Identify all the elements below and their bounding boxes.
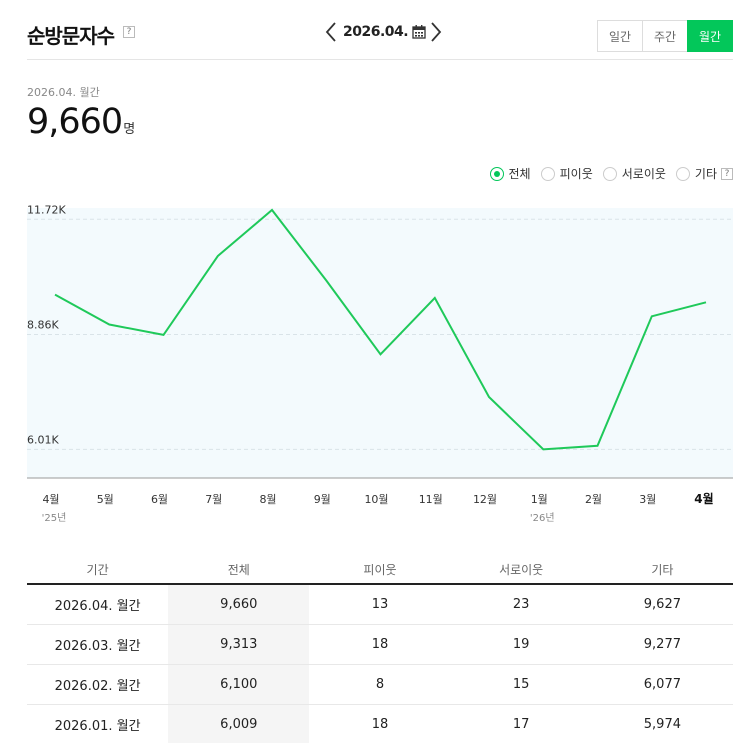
cell-neighbor: 18	[309, 704, 451, 743]
table-row: 2026.02. 월간 6,100 8 15 6,077	[27, 664, 733, 705]
month-navigator: 2026.04.	[323, 18, 444, 46]
cell-mutual: 15	[450, 664, 592, 705]
x-year-label: '26년	[530, 512, 555, 524]
table-row: 2026.04. 월간 9,660 13 23 9,627	[27, 584, 733, 625]
summary-block: 2026.04. 월간 9,660명	[27, 84, 135, 142]
cell-period: 2026.02. 월간	[27, 664, 169, 705]
page-title-text: 순방문자수	[27, 24, 115, 48]
chevron-left-icon	[325, 22, 336, 42]
tab-weekly[interactable]: 주간	[642, 20, 688, 52]
y-tick-label: 11.72K	[27, 203, 66, 216]
x-tick-label: 5월	[97, 493, 114, 506]
table-row: 2026.03. 월간 9,313 18 19 9,277	[27, 624, 733, 665]
cell-other: 5,974	[591, 704, 733, 743]
radio-icon[interactable]	[489, 166, 504, 181]
radio-icon[interactable]	[540, 166, 555, 181]
current-month-label: 2026.04.	[343, 24, 409, 40]
series-filter: 전체 피이웃 서로이웃 기타 ?	[480, 165, 733, 182]
summary-period-label: 2026.04. 월간	[27, 86, 100, 99]
filter-mutual-neighbor[interactable]: 서로이웃	[602, 165, 666, 182]
plot-background	[27, 208, 733, 478]
col-header-other: 기타	[591, 556, 733, 585]
cell-neighbor: 13	[309, 584, 451, 625]
cell-neighbor: 8	[309, 664, 451, 705]
page-title: 순방문자수 ?	[27, 20, 135, 49]
visitor-line-chart: 11.72K 8.86K 6.01K 4월 5월 6월 7월 8월 9월 10월 11월 12월 1월 2…	[27, 203, 733, 524]
period-tabs: 일간 주간 월간	[597, 20, 733, 52]
table-header-row: 기간 전체 피이웃 서로이웃 기타	[27, 556, 733, 585]
x-year-label: '25년	[42, 512, 67, 524]
filter-other[interactable]: 기타 ?	[675, 165, 733, 182]
stats-header: 순방문자수 ? 2026.04. 일간 주간 월간	[27, 0, 733, 60]
radio-icon[interactable]	[675, 166, 690, 181]
calendar-icon[interactable]	[412, 25, 426, 39]
filter-all-label: 전체	[508, 167, 531, 181]
x-tick-label: 12월	[473, 493, 497, 506]
filter-neighbor-label: 피이웃	[559, 167, 593, 181]
y-tick-label: 8.86K	[27, 319, 59, 332]
col-header-period: 기간	[27, 556, 169, 585]
x-tick-label: 3월	[639, 493, 656, 506]
cell-period: 2026.03. 월간	[27, 624, 169, 665]
prev-month-button[interactable]	[323, 20, 339, 44]
x-tick-label: 10월	[364, 493, 388, 506]
cell-period: 2026.04. 월간	[27, 584, 169, 625]
cell-other: 9,627	[591, 584, 733, 625]
cell-total: 6,100	[168, 664, 310, 705]
x-tick-label: 8월	[259, 493, 276, 506]
chevron-right-icon	[431, 22, 442, 42]
x-tick-label: 9월	[314, 493, 331, 506]
cell-total: 9,313	[168, 624, 310, 665]
tab-monthly[interactable]: 월간	[687, 20, 733, 52]
visitor-unit: 명	[123, 122, 136, 137]
filter-other-label: 기타	[694, 167, 717, 181]
visitor-count: 9,660	[27, 102, 123, 142]
table-row: 2026.01. 월간 6,009 18 17 5,974	[27, 704, 733, 743]
cell-mutual: 23	[450, 584, 592, 625]
col-header-mutual: 서로이웃	[450, 556, 592, 585]
radio-icon[interactable]	[602, 166, 617, 181]
x-tick-label: 2월	[585, 493, 602, 506]
x-tick-label: 4월	[694, 491, 713, 506]
cell-other: 6,077	[591, 664, 733, 705]
cell-total: 6,009	[168, 704, 310, 743]
tab-daily[interactable]: 일간	[597, 20, 643, 52]
cell-period: 2026.01. 월간	[27, 704, 169, 743]
cell-mutual: 19	[450, 624, 592, 665]
filter-neighbor[interactable]: 피이웃	[540, 165, 593, 182]
help-icon[interactable]: ?	[123, 26, 135, 38]
x-tick-label: 11월	[419, 493, 443, 506]
cell-total: 9,660	[168, 584, 310, 625]
x-tick-label: 1월	[531, 493, 548, 506]
cell-other: 9,277	[591, 624, 733, 665]
col-header-neighbor: 피이웃	[309, 556, 451, 585]
x-tick-label: 4월	[42, 493, 59, 506]
next-month-button[interactable]	[428, 20, 444, 44]
x-tick-label: 6월	[151, 493, 168, 506]
stats-table: 기간 전체 피이웃 서로이웃 기타 2026.04. 월간 9,660 13 2…	[27, 556, 733, 743]
col-header-total: 전체	[168, 556, 310, 585]
help-icon[interactable]: ?	[721, 167, 733, 180]
filter-all[interactable]: 전체	[489, 165, 531, 182]
cell-neighbor: 18	[309, 624, 451, 665]
summary-value: 9,660명	[27, 102, 135, 142]
filter-mutual-neighbor-label: 서로이웃	[621, 167, 666, 181]
x-tick-label: 7월	[205, 493, 222, 506]
cell-mutual: 17	[450, 704, 592, 743]
y-tick-label: 6.01K	[27, 433, 59, 446]
